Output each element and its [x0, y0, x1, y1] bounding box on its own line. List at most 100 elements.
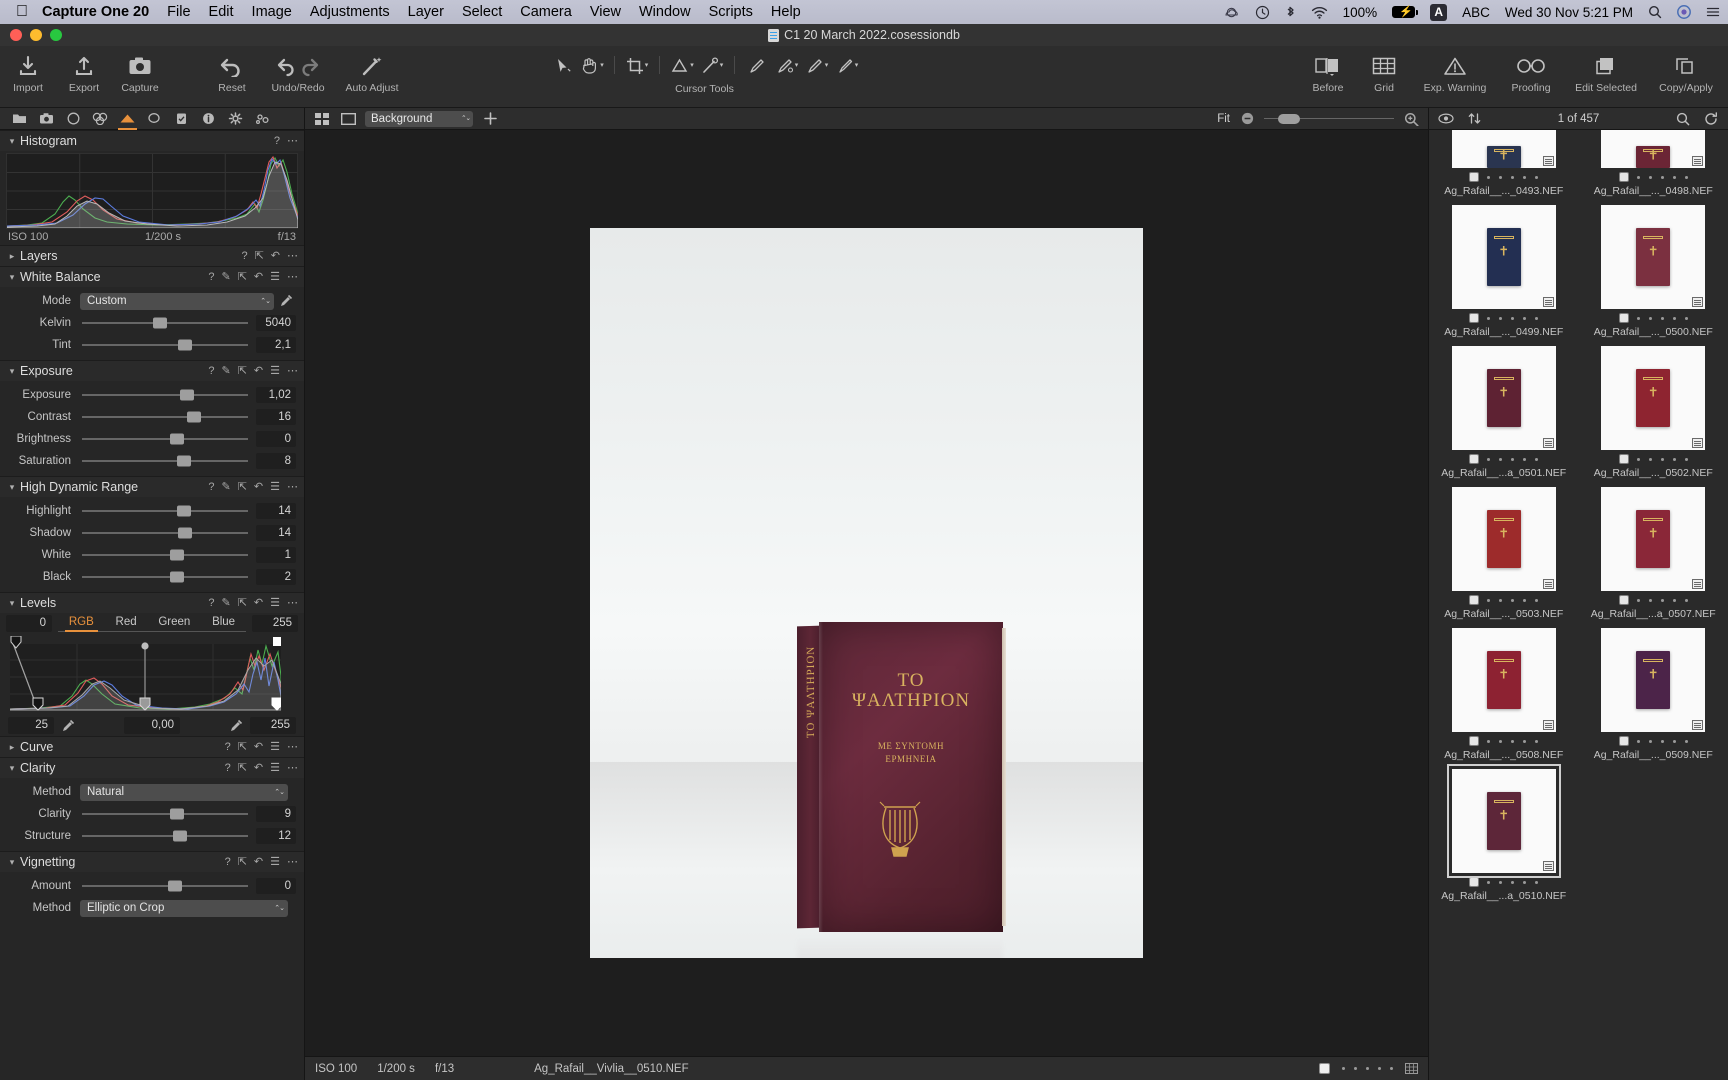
- reset-arrow-icon[interactable]: ↶: [254, 365, 263, 377]
- reset-arrow-icon[interactable]: ↶: [271, 250, 280, 262]
- levels-graph[interactable]: [10, 636, 294, 714]
- status-rating-dots[interactable]: [1342, 1067, 1393, 1070]
- window-controls[interactable]: [0, 29, 62, 41]
- refresh-icon[interactable]: [1702, 111, 1720, 126]
- highlight-value[interactable]: 14: [256, 503, 296, 519]
- multi-view-icon[interactable]: [313, 112, 331, 125]
- menu-item-edit[interactable]: Edit: [209, 4, 234, 20]
- minimize-window-button[interactable]: [30, 29, 42, 41]
- expand-arrows-icon[interactable]: ⇱: [238, 762, 247, 774]
- proofing-button[interactable]: Proofing: [1498, 46, 1564, 94]
- time-machine-icon[interactable]: [1255, 5, 1270, 20]
- levels-channel-red[interactable]: Red: [112, 615, 141, 631]
- reset-arrow-icon[interactable]: ↶: [254, 271, 263, 283]
- crop-icon[interactable]: ▾: [623, 52, 651, 78]
- help-icon[interactable]: ?: [225, 856, 231, 868]
- list-item[interactable]: ✝ Ag_Rafail__..._0502.NEF: [1579, 340, 1728, 481]
- draw-mask-icon[interactable]: [743, 52, 771, 78]
- menu-item-select[interactable]: Select: [462, 4, 502, 20]
- hdr-header[interactable]: ▾ High Dynamic Range ? ✎ ⇱ ↶ ☰ ⋯: [0, 476, 304, 497]
- thumbnail-checkbox[interactable]: [1618, 595, 1629, 605]
- bluetooth-icon[interactable]: [1285, 5, 1296, 20]
- reset-arrow-icon[interactable]: ↶: [254, 741, 263, 753]
- list-item[interactable]: ✝ Ag_Rafail__..._0499.NEF: [1429, 199, 1579, 340]
- thumbnail-image[interactable]: ✝: [1451, 628, 1556, 732]
- chevron-down-icon[interactable]: ▾: [6, 763, 18, 774]
- help-icon[interactable]: ?: [208, 365, 214, 377]
- expand-arrows-icon[interactable]: ⇱: [255, 250, 264, 262]
- input-source-badge[interactable]: A: [1430, 3, 1448, 21]
- image-viewer[interactable]: ΤΟ ΨΑΛΤΗΡΙΟΝ ΤΟ ΨΑΛΤΗΡΙΟΝ ΜΕ ΣΥΝΤΟΜΗ ΕΡΜ…: [305, 130, 1428, 1056]
- grid-button[interactable]: Grid: [1356, 46, 1412, 94]
- zoom-level-label[interactable]: Fit: [1217, 113, 1230, 125]
- sort-arrows-icon[interactable]: [1465, 112, 1483, 125]
- expand-arrows-icon[interactable]: ⇱: [238, 741, 247, 753]
- zoom-in-icon[interactable]: [1402, 112, 1420, 126]
- wb-mode-select[interactable]: Custom: [80, 292, 274, 310]
- adjustments-tab[interactable]: [168, 108, 195, 130]
- zoom-slider[interactable]: [1264, 112, 1394, 126]
- erase-brush-icon[interactable]: ▾: [833, 52, 861, 78]
- thumbnail-image[interactable]: ✝: [1451, 346, 1556, 450]
- capture-button[interactable]: Capture: [112, 46, 168, 94]
- levels-black-point[interactable]: 25: [8, 717, 54, 734]
- thumbnail-checkbox[interactable]: [1469, 313, 1480, 323]
- thumbnail-checkbox[interactable]: [1618, 454, 1629, 464]
- help-icon[interactable]: ?: [208, 271, 214, 283]
- thumbnail-image[interactable]: ✝: [1451, 487, 1556, 591]
- hamburger-menu-icon[interactable]: ☰: [270, 762, 280, 774]
- more-options-icon[interactable]: ⋯: [287, 365, 298, 377]
- brightness-slider[interactable]: [80, 428, 250, 450]
- thumbnail-image[interactable]: ✝: [1446, 764, 1561, 878]
- levels-input-min[interactable]: 0: [6, 615, 52, 632]
- chevron-down-icon[interactable]: ▾: [6, 366, 18, 377]
- single-view-icon[interactable]: [339, 112, 357, 125]
- thumbnail-image[interactable]: ✝: [1601, 487, 1706, 591]
- list-item[interactable]: ✝ Ag_Rafail__...a_0507.NEF: [1579, 481, 1728, 622]
- levels-white-point[interactable]: 255: [250, 717, 296, 734]
- thumbnail-image[interactable]: ✝: [1451, 130, 1556, 168]
- chevron-right-icon[interactable]: ▸: [6, 251, 18, 262]
- thumbnail-image[interactable]: ✝: [1601, 130, 1706, 168]
- menu-item-file[interactable]: File: [167, 4, 190, 20]
- levels-header[interactable]: ▾ Levels ? ✎ ⇱ ↶ ☰ ⋯: [0, 592, 304, 613]
- hamburger-menu-icon[interactable]: ☰: [270, 597, 280, 609]
- thumbnail-checkbox[interactable]: [1469, 454, 1480, 464]
- pan-hand-icon[interactable]: ▾: [578, 52, 606, 78]
- color-tab[interactable]: [87, 108, 114, 130]
- undo-redo-button[interactable]: Undo/Redo: [260, 46, 336, 94]
- thumbnail-grid[interactable]: ✝ Ag_Rafail__..._0493.NEF ✝ Ag_Rafail__.…: [1429, 130, 1728, 1080]
- thumbnail-rating[interactable]: [1636, 598, 1688, 602]
- clarity-header[interactable]: ▾ Clarity ? ⇱ ↶ ☰ ⋯: [0, 757, 304, 778]
- close-window-button[interactable]: [10, 29, 22, 41]
- menu-item-scripts[interactable]: Scripts: [709, 4, 753, 20]
- brightness-value[interactable]: 0: [256, 431, 296, 447]
- shadow-value[interactable]: 14: [256, 525, 296, 541]
- more-options-icon[interactable]: ⋯: [287, 597, 298, 609]
- chevron-down-icon[interactable]: ▾: [6, 136, 18, 147]
- shadow-slider[interactable]: [80, 522, 250, 544]
- saturation-value[interactable]: 8: [256, 453, 296, 469]
- levels-channel-blue[interactable]: Blue: [208, 615, 239, 631]
- eyedropper-icon[interactable]: ✎: [221, 365, 230, 377]
- exposure-warning-button[interactable]: Exp. Warning: [1412, 46, 1498, 94]
- edit-selected-button[interactable]: Edit Selected: [1564, 46, 1648, 94]
- histogram-header[interactable]: ▾ Histogram ? ⋯: [0, 130, 304, 151]
- thumbnail-checkbox[interactable]: [1469, 877, 1480, 887]
- help-icon[interactable]: ?: [225, 741, 231, 753]
- expand-arrows-icon[interactable]: ⇱: [238, 597, 247, 609]
- thumbnail-rating[interactable]: [1487, 175, 1539, 179]
- structure-value[interactable]: 12: [256, 828, 296, 844]
- capture-tab[interactable]: [33, 108, 60, 130]
- curve-header[interactable]: ▸ Curve ? ⇱ ↶ ☰ ⋯: [0, 736, 304, 757]
- thumbnail-image[interactable]: ✝: [1451, 205, 1556, 309]
- list-item[interactable]: ✝ Ag_Rafail__..._0500.NEF: [1579, 199, 1728, 340]
- list-item[interactable]: ✝ Ag_Rafail__..._0509.NEF: [1579, 622, 1728, 763]
- list-item[interactable]: ✝ Ag_Rafail__..._0498.NEF: [1579, 130, 1728, 199]
- vignetting-amount-slider[interactable]: [80, 875, 250, 897]
- chevron-down-icon[interactable]: ▾: [6, 272, 18, 283]
- chevron-down-icon[interactable]: ▾: [6, 598, 18, 609]
- vignetting-header[interactable]: ▾ Vignetting ? ⇱ ↶ ☰ ⋯: [0, 851, 304, 872]
- thumbnail-checkbox[interactable]: [1618, 313, 1629, 323]
- hamburger-menu-icon[interactable]: ☰: [270, 481, 280, 493]
